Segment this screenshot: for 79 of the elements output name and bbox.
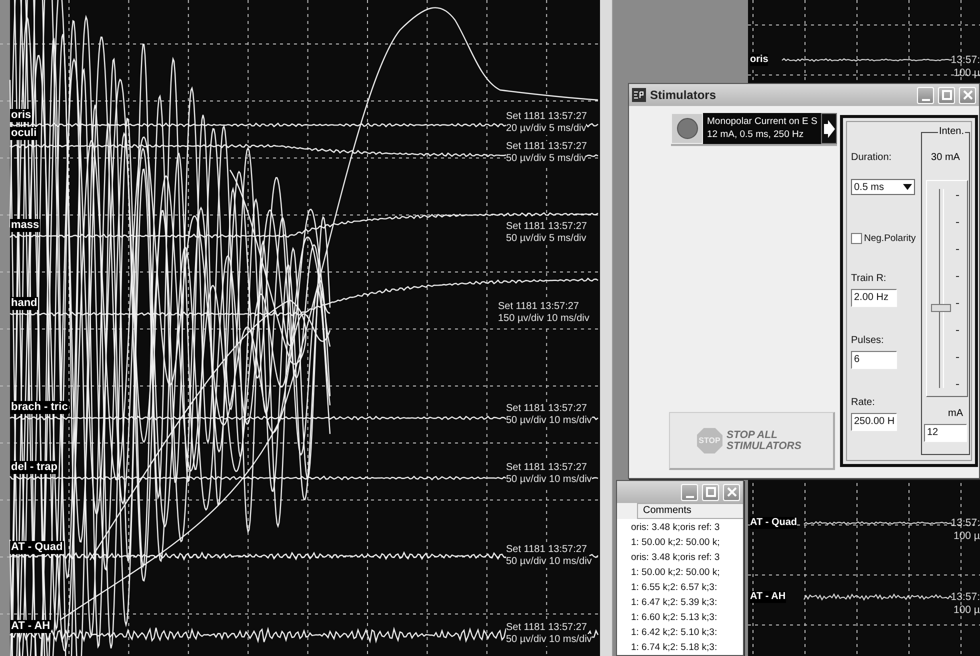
- close-icon: [726, 487, 736, 497]
- comment-row[interactable]: 1: 6.42 k;2: 5.10 k;3:: [631, 625, 743, 640]
- trace-timestamp: Set 1181 13:57:27: [506, 622, 587, 634]
- trace-scale: 50 µv/div 5 ms/div: [506, 153, 586, 165]
- channel-label: oris: [750, 54, 768, 66]
- slider-thumb[interactable]: [931, 304, 951, 312]
- unit-label: mA: [948, 408, 963, 419]
- comment-row[interactable]: 1: 50.00 k;2: 50.00 k;: [631, 535, 743, 550]
- arrow-button[interactable]: [821, 113, 838, 144]
- maximize-icon: [706, 487, 716, 497]
- comment-row[interactable]: oris: 3.48 k;oris ref: 3: [631, 550, 743, 565]
- trace-scale: 100 µ: [954, 67, 980, 79]
- channel-label: AT - AH: [10, 620, 52, 633]
- trace-scale: 100 µ: [954, 604, 980, 616]
- comment-row[interactable]: 1: 6.47 k;2: 5.39 k;3:: [631, 595, 743, 610]
- channel-label: del - trap: [10, 461, 58, 474]
- field-label: Train R:: [851, 273, 888, 284]
- stimulator-name: Monopolar Current on E S: [707, 115, 818, 128]
- train-rate-field[interactable]: 2.00 Hz: [851, 289, 897, 307]
- channel-label: hand: [10, 297, 38, 310]
- close-button[interactable]: [959, 86, 976, 104]
- field-label: Duration:: [851, 152, 893, 163]
- maximize-button[interactable]: [938, 86, 955, 104]
- stimulator-settings: 12 mA, 0.5 ms, 250 Hz: [707, 128, 805, 141]
- trace-scale: 50 µv/div 10 ms/div: [506, 474, 592, 486]
- channel-label: brach - tric: [10, 401, 69, 414]
- neg-polarity-checkbox[interactable]: Neg.Polarity: [851, 233, 922, 244]
- intensity-slider[interactable]: [926, 180, 968, 397]
- trace-timestamp: 13:57:: [950, 591, 980, 603]
- channel-label: AT - Quad: [750, 517, 798, 529]
- channel-label: mass: [10, 219, 40, 232]
- trace-timestamp: Set 1181 13:57:27: [506, 141, 587, 153]
- stimulator-entry[interactable]: Monopolar Current on E S 12 mA, 0.5 ms, 250 Hz: [703, 113, 822, 144]
- stimulator-toggle[interactable]: [671, 113, 703, 144]
- intensity-field[interactable]: 12: [924, 424, 967, 442]
- group-label: Inten.: [938, 126, 965, 137]
- comment-row[interactable]: 1: 6.55 k;2: 6.57 k;3:: [631, 580, 743, 595]
- minimize-button[interactable]: [681, 484, 698, 500]
- scrollbar[interactable]: [600, 0, 613, 656]
- trace-scale: 150 µv/div 10 ms/div: [498, 313, 590, 325]
- pulses-field[interactable]: 6: [851, 351, 897, 369]
- trace-scale: 20 µv/div 5 ms/div: [506, 123, 586, 135]
- app-icon: [632, 88, 646, 102]
- trace-timestamp: Set 1181 13:57:27: [506, 544, 587, 556]
- column-header: Comments: [637, 503, 743, 519]
- field-label: Rate:: [851, 397, 876, 408]
- trace-scale: 50 µv/div 10 ms/div: [506, 556, 592, 568]
- trace-scale: 50 µv/div 5 ms/div: [506, 233, 586, 245]
- trace-scale: 100 µ: [954, 530, 980, 542]
- trace-timestamp: Set 1181 13:57:27: [506, 221, 587, 233]
- trace-timestamp: Set 1181 13:57:27: [498, 301, 579, 313]
- caret-icon: [903, 184, 912, 190]
- maximum-label: 30 mA: [930, 152, 961, 163]
- comment-row[interactable]: 1: 6.74 k;2: 5.18 k;3:: [631, 640, 743, 655]
- minimize-icon: [686, 496, 694, 498]
- comment-row[interactable]: 1: 50.00 k;2: 50.00 k;: [631, 565, 743, 580]
- maximize-icon: [942, 90, 952, 100]
- comment-row[interactable]: 1: 6.60 k;2: 5.13 k;3:: [631, 610, 743, 625]
- trace-timestamp: Set 1181 13:57:27: [506, 403, 587, 415]
- channel-label: AT - Quad: [10, 541, 64, 554]
- window-title: Stimulators: [650, 88, 718, 102]
- rate-field[interactable]: 250.00 H: [851, 413, 897, 431]
- trace-scale: 50 µv/div 10 ms/div: [506, 415, 592, 427]
- trace-scale: 50 µv/div 10 ms/div: [506, 634, 592, 646]
- minimize-icon: [922, 98, 930, 100]
- comment-row[interactable]: oris: 3.48 k;oris ref: 3: [631, 520, 743, 535]
- channel-label: oris: [10, 109, 32, 122]
- duration-dropdown[interactable]: 0.5 ms: [851, 179, 915, 195]
- trace-timestamp: 13:57:: [950, 517, 980, 529]
- channel-label: oculi: [10, 127, 38, 140]
- field-label: Pulses:: [851, 335, 885, 346]
- close-button[interactable]: [723, 484, 740, 500]
- maximize-button[interactable]: [702, 484, 719, 500]
- minimize-button[interactable]: [917, 86, 934, 104]
- trace-timestamp: Set 1181 13:57:27: [506, 111, 587, 123]
- close-icon: [962, 90, 972, 100]
- trace-timestamp: 13:57:: [950, 54, 980, 66]
- trace-timestamp: Set 1181 13:57:27: [506, 462, 587, 474]
- channel-label: AT - AH: [750, 591, 786, 603]
